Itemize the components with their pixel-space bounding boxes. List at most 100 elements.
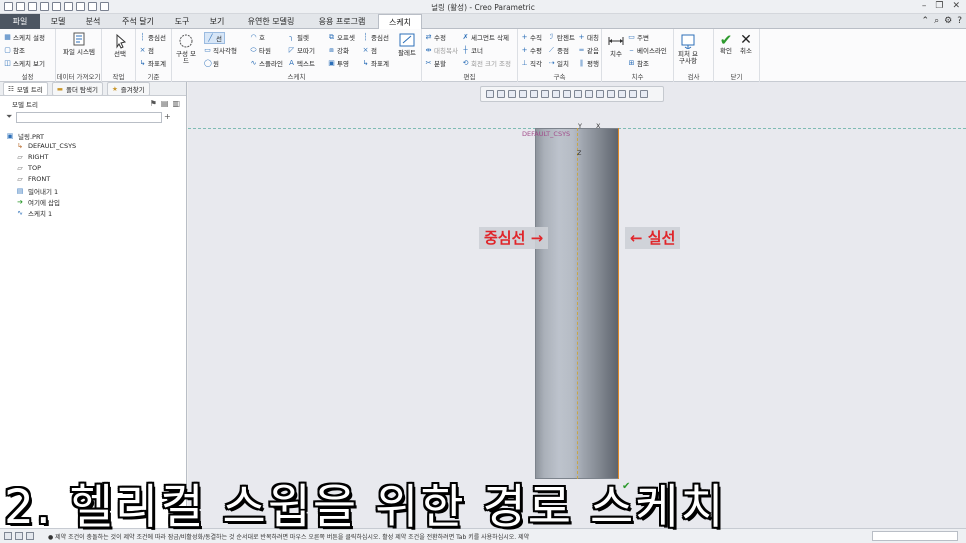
divide-button[interactable]: ✂ 분할 [425, 58, 446, 68]
cancel-button[interactable]: ✕ 취소 [736, 32, 756, 55]
project-button[interactable]: ▣ 투영 [328, 58, 349, 68]
chamfer-button[interactable]: ◸ 모따기 [288, 45, 315, 55]
perimeter-button[interactable]: ▭ 주변 [628, 32, 649, 42]
constraint-display-icon[interactable] [607, 90, 615, 98]
tab-sketch[interactable]: 스케치 [378, 14, 422, 30]
tab-view[interactable]: 보기 [200, 14, 234, 29]
tree-node-sketch[interactable]: ∿ 스케치 1 [16, 208, 52, 218]
view-manager-icon[interactable] [541, 90, 549, 98]
parallel-constraint-button[interactable]: ∥ 평행 [578, 58, 599, 68]
fillet-button[interactable]: ╮ 필렛 [288, 32, 309, 42]
tab-applications[interactable]: 응용 프로그램 [308, 14, 376, 29]
modify-button[interactable]: ⇄ 수정 [425, 32, 446, 42]
reference-button[interactable]: ▢ 참조 [4, 45, 25, 55]
tab-analysis[interactable]: 분석 [76, 14, 110, 29]
collapse-ribbon-icon[interactable]: ⌃ [922, 16, 930, 26]
tree-filter-icon[interactable]: ▥ [172, 99, 180, 108]
dimension-display-icon[interactable] [596, 90, 604, 98]
corner-button[interactable]: ┼ 코너 [462, 45, 483, 55]
tree-node-right[interactable]: ▱ RIGHT [16, 153, 48, 161]
restore-icon[interactable]: ❐ [935, 1, 943, 11]
search-icon[interactable]: ⌕ [934, 16, 939, 26]
tab-annotate[interactable]: 주석 달기 [112, 14, 164, 29]
ellipse-button[interactable]: ⬭ 타원 [250, 45, 271, 55]
datum-csys-button[interactable]: ↳ 좌표계 [139, 58, 166, 68]
tab-tools[interactable]: 도구 [166, 14, 198, 29]
spline-button[interactable]: ∿ 스플라인 [250, 58, 283, 68]
sketch-setup-button[interactable]: ▦ 스케치 설정 [4, 32, 45, 42]
zoom-in-icon[interactable] [497, 90, 505, 98]
help-icon[interactable]: ? [957, 16, 962, 26]
add-icon[interactable]: + [164, 112, 171, 121]
line-button[interactable]: ╱ 선 [204, 32, 225, 44]
repaint-icon[interactable] [519, 90, 527, 98]
sketch-centerline-button[interactable]: ┆ 중심선 [362, 32, 389, 42]
grid-display-icon[interactable] [618, 90, 626, 98]
tangent-constraint-button[interactable]: ℐ 탄젠트 [548, 32, 575, 42]
offset-button[interactable]: ⧉ 오프셋 [328, 32, 355, 42]
refit-icon[interactable] [486, 90, 494, 98]
dimension-button[interactable]: 치수 [605, 33, 627, 58]
tab-folder-browser[interactable]: ▬ 폴더 탐색기 [51, 81, 103, 96]
tab-file[interactable]: 파일 [0, 14, 40, 29]
tab-favorites[interactable]: ★ 즐겨찾기 [106, 81, 150, 96]
tree-node-insert-here[interactable]: ➔ 여기에 삽입 [16, 197, 60, 207]
sketch-centerline[interactable] [577, 128, 578, 479]
palette-button[interactable]: 팔레트 [394, 32, 420, 57]
datum-display-icon[interactable] [563, 90, 571, 98]
sketch-solid-line[interactable] [618, 128, 619, 479]
sketch-csys-button[interactable]: ↳ 좌표계 [362, 58, 389, 68]
tree-node-csys[interactable]: ↳ DEFAULT_CSYS [16, 142, 76, 150]
tree-search-input[interactable] [16, 112, 162, 123]
ribbon: ▦ 스케치 설정 ▢ 참조 ◫ 스케치 보기 설정 파일 시스템 데이터 가져오기 선… [0, 29, 966, 82]
midpoint-constraint-button[interactable]: ⟋ 중점 [548, 45, 569, 55]
text-button[interactable]: A 텍스트 [288, 58, 315, 68]
arc-button[interactable]: ◠ 호 [250, 32, 265, 42]
ok-button[interactable]: ✔ 확인 [716, 32, 736, 55]
zoom-out-icon[interactable] [508, 90, 516, 98]
dimension-reference-button[interactable]: ⊞ 참조 [628, 58, 649, 68]
horizontal-constraint-button[interactable]: + 수평 [521, 45, 542, 55]
vertex-display-icon[interactable] [629, 90, 637, 98]
annotation-display-icon[interactable] [574, 90, 582, 98]
rotate-resize-button[interactable]: ⟲ 회전 크기 조정 [462, 58, 511, 68]
datum-point-button[interactable]: × 점 [139, 45, 154, 55]
coincident-constraint-button[interactable]: ⇢ 일치 [548, 58, 569, 68]
circle-button[interactable]: ◯ 원 [204, 58, 219, 68]
mirror-button[interactable]: ⇹ 대칭복사 [425, 45, 458, 55]
tab-flexible-modeling[interactable]: 유연한 모델링 [236, 14, 306, 29]
sketch-point-button[interactable]: × 점 [362, 45, 377, 55]
close-icon[interactable]: ✕ [952, 1, 960, 11]
file-system-button[interactable]: 파일 시스템 [62, 31, 96, 56]
feature-requirements-button[interactable]: 피처 요구사항 [676, 33, 700, 65]
rectangle-button[interactable]: ▭ 직사각형 [204, 45, 237, 55]
baseline-button[interactable]: ⎯ 베이스라인 [628, 45, 667, 55]
sketch-view-icon[interactable] [585, 90, 593, 98]
thicken-button[interactable]: ⧈ 강화 [328, 45, 349, 55]
tree-settings-icon[interactable]: ⚑ [150, 99, 157, 108]
equal-constraint-button[interactable]: ═ 같음 [578, 45, 599, 55]
sketch-view-button[interactable]: ◫ 스케치 보기 [4, 58, 45, 68]
select-button[interactable]: 선택 [108, 33, 132, 58]
construction-mode-button[interactable]: 구성 모드 [174, 33, 198, 65]
datum-centerline-button[interactable]: ┆ 중심선 [139, 32, 166, 42]
tree-show-icon[interactable]: ▤ [161, 99, 169, 108]
graphics-window[interactable]: DEFAULT_CSYS Y X Z 중심선 → ← 실선 ✔ [188, 82, 966, 528]
vertical-constraint-button[interactable]: + 수직 [521, 32, 542, 42]
group-close: ✔ 확인 ✕ 취소 닫기 [714, 29, 760, 82]
tree-node-extrude[interactable]: ▤ 밀어내기 1 [16, 186, 58, 196]
tree-node-part[interactable]: ▣ 널링.PRT [6, 131, 44, 141]
sketcher-display-icon[interactable] [640, 90, 648, 98]
saved-views-icon[interactable] [530, 90, 538, 98]
symmetric-constraint-button[interactable]: + 대칭 [578, 32, 599, 42]
tab-model-tree[interactable]: ☷ 모델 트리 [3, 81, 48, 96]
display-style-icon[interactable] [552, 90, 560, 98]
tree-node-top[interactable]: ▱ TOP [16, 164, 41, 172]
settings-icon[interactable]: ⚙ [944, 16, 952, 26]
delete-segment-button[interactable]: ✗ 세그먼트 삭제 [462, 32, 509, 42]
selection-filter-dropdown[interactable] [872, 531, 958, 541]
tree-node-front[interactable]: ▱ FRONT [16, 175, 50, 183]
perpendicular-constraint-button[interactable]: ⊥ 직각 [521, 58, 542, 68]
minimize-icon[interactable]: – [922, 1, 927, 11]
tab-model[interactable]: 모델 [42, 14, 74, 29]
